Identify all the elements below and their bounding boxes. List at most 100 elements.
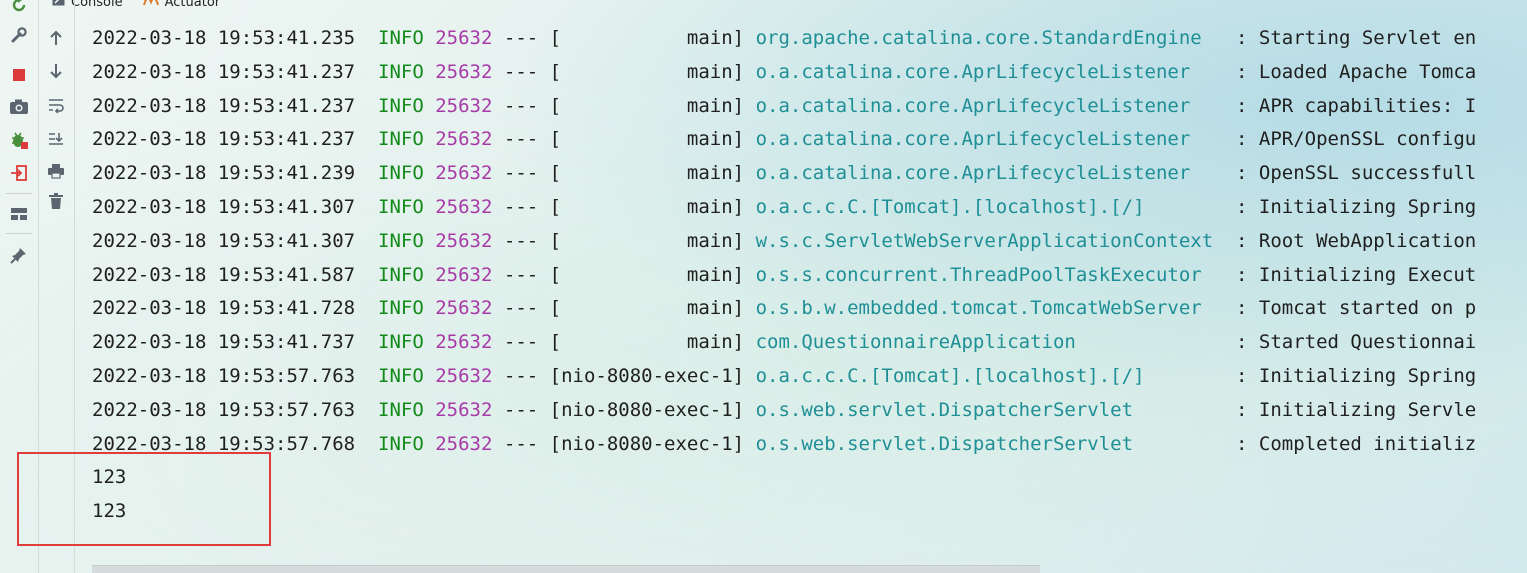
log-level: INFO	[378, 195, 424, 218]
login-exit-icon[interactable]	[6, 160, 32, 186]
arrow-up-icon[interactable]	[43, 25, 69, 51]
log-pid: 25632	[435, 94, 493, 117]
log-line: 2022-03-18 19:53:41.239 INFO 25632 --- […	[92, 157, 1527, 191]
log-pid: 25632	[435, 432, 493, 455]
log-level: INFO	[378, 364, 424, 387]
log-timestamp: 2022-03-18 19:53:41.307	[92, 195, 356, 218]
horizontal-scrollbar[interactable]	[92, 565, 1040, 573]
log-line: 2022-03-18 19:53:57.763 INFO 25632 --- […	[92, 360, 1527, 394]
log-timestamp: 2022-03-18 19:53:41.239	[92, 162, 356, 185]
camera-icon[interactable]	[6, 94, 32, 120]
print-icon[interactable]	[43, 158, 69, 184]
tab-actuator-label: Actuator	[164, 0, 221, 10]
actuator-icon	[142, 0, 159, 10]
log-pid: 25632	[435, 331, 493, 354]
stop-icon[interactable]	[6, 62, 32, 88]
log-thread: [ main]	[549, 331, 745, 354]
log-message: : Initializing Servle	[1236, 398, 1477, 421]
log-thread: [ main]	[549, 128, 745, 151]
log-pid: 25632	[435, 229, 493, 252]
log-level: INFO	[378, 60, 424, 83]
log-message: : Starting Servlet en	[1236, 27, 1477, 49]
log-timestamp: 2022-03-18 19:53:41.237	[92, 128, 356, 151]
log-separator: ---	[503, 398, 539, 421]
log-logger: o.a.catalina.core.AprLifecycleListener	[755, 94, 1225, 117]
tab-console-label: Console	[71, 0, 123, 10]
log-message: : Initializing Spring	[1236, 364, 1477, 387]
log-timestamp: 2022-03-18 19:53:41.587	[92, 263, 356, 286]
log-thread: [ main]	[549, 263, 745, 286]
log-message: : Root WebApplication	[1236, 229, 1477, 252]
toolbar-separator	[6, 233, 32, 234]
log-thread: [nio-8080-exec-1]	[549, 364, 745, 387]
log-line: 2022-03-18 19:53:41.728 INFO 25632 --- […	[92, 292, 1527, 326]
tab-actuator[interactable]: Actuator	[142, 0, 221, 11]
log-message: : Initializing Execut	[1236, 263, 1477, 286]
log-separator: ---	[503, 27, 539, 49]
log-timestamp: 2022-03-18 19:53:57.763	[92, 364, 356, 387]
log-line: 2022-03-18 19:53:41.237 INFO 25632 --- […	[92, 90, 1527, 124]
log-separator: ---	[503, 297, 539, 320]
arrow-down-icon[interactable]	[43, 58, 69, 84]
log-separator: ---	[503, 263, 539, 286]
log-pid: 25632	[435, 162, 493, 185]
layout-icon[interactable]	[6, 201, 32, 227]
log-level: INFO	[378, 331, 424, 354]
log-line: 2022-03-18 19:53:57.768 INFO 25632 --- […	[92, 428, 1527, 462]
log-thread: [nio-8080-exec-1]	[549, 398, 745, 421]
log-thread: [ main]	[549, 195, 745, 218]
log-pid: 25632	[435, 128, 493, 151]
log-message: : Completed initializ	[1236, 432, 1477, 455]
log-logger: o.a.c.c.C.[Tomcat].[localhost].[/]	[755, 195, 1225, 218]
log-logger: o.a.catalina.core.AprLifecycleListener	[755, 162, 1225, 185]
log-separator: ---	[503, 94, 539, 117]
log-thread: [nio-8080-exec-1]	[549, 432, 745, 455]
log-separator: ---	[503, 128, 539, 151]
log-separator: ---	[503, 195, 539, 218]
log-level: INFO	[378, 398, 424, 421]
log-message: : OpenSSL successfull	[1236, 162, 1477, 185]
log-thread: [ main]	[549, 27, 745, 49]
log-separator: ---	[503, 331, 539, 354]
log-message: : Started Questionnai	[1236, 331, 1477, 354]
log-logger: o.a.catalina.core.AprLifecycleListener	[755, 128, 1225, 151]
log-thread: [ main]	[549, 60, 745, 83]
debug-bug-icon[interactable]	[6, 127, 32, 153]
log-level: INFO	[378, 229, 424, 252]
log-separator: ---	[503, 162, 539, 185]
log-message: : Initializing Spring	[1236, 195, 1477, 218]
log-logger: o.a.catalina.core.AprLifecycleListener	[755, 60, 1225, 83]
tool-window-tabs: Console Actuator	[52, 0, 220, 11]
log-thread: [ main]	[549, 162, 745, 185]
pin-icon[interactable]	[6, 242, 32, 268]
log-line: 2022-03-18 19:53:41.307 INFO 25632 --- […	[92, 191, 1527, 225]
log-message: : Tomcat started on p	[1236, 297, 1477, 320]
log-logger: o.a.c.c.C.[Tomcat].[localhost].[/]	[755, 364, 1225, 387]
log-timestamp: 2022-03-18 19:53:41.737	[92, 331, 356, 354]
log-separator: ---	[503, 60, 539, 83]
scroll-to-end-icon[interactable]	[43, 126, 69, 152]
log-pid: 25632	[435, 263, 493, 286]
toolbar-separator	[6, 193, 32, 194]
log-thread: [ main]	[549, 297, 745, 320]
log-line: 2022-03-18 19:53:41.237 INFO 25632 --- […	[92, 56, 1527, 90]
rerun-icon[interactable]	[6, 0, 32, 18]
log-pid: 25632	[435, 60, 493, 83]
stdout-line: 123	[92, 466, 127, 489]
log-separator: ---	[503, 364, 539, 387]
log-pid: 25632	[435, 27, 493, 49]
log-pid: 25632	[435, 297, 493, 320]
log-timestamp: 2022-03-18 19:53:41.237	[92, 94, 356, 117]
wrench-icon[interactable]	[6, 22, 32, 48]
log-line: 2022-03-18 19:53:41.587 INFO 25632 --- […	[92, 259, 1527, 293]
soft-wrap-icon[interactable]	[43, 92, 69, 118]
log-pid: 25632	[435, 398, 493, 421]
trash-icon[interactable]	[43, 188, 69, 214]
log-timestamp: 2022-03-18 19:53:41.235	[92, 27, 356, 49]
log-line: 2022-03-18 19:53:41.307 INFO 25632 --- […	[92, 225, 1527, 259]
log-level: INFO	[378, 94, 424, 117]
console-output[interactable]: 2022-03-18 19:53:41.235 INFO 25632 --- […	[92, 22, 1527, 529]
log-timestamp: 2022-03-18 19:53:41.237	[92, 60, 356, 83]
highlight-annotation-box	[17, 452, 271, 546]
log-separator: ---	[503, 229, 539, 252]
